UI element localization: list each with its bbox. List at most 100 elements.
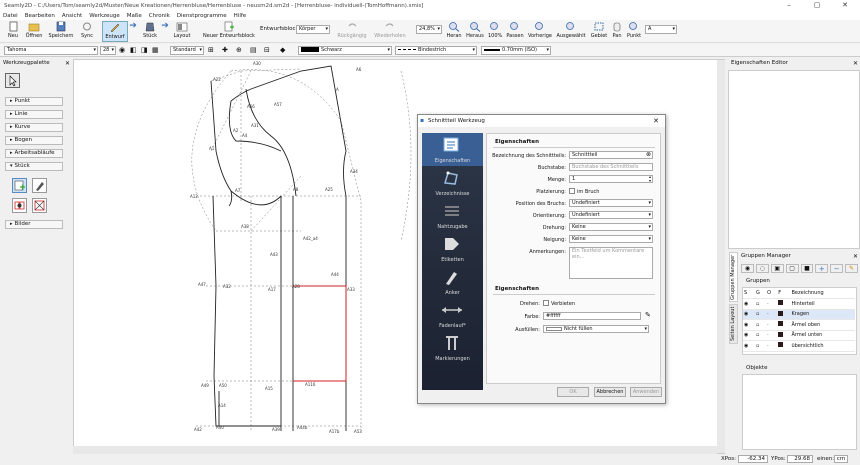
menu-masse[interactable]: Maße bbox=[127, 13, 142, 19]
orientierung-select[interactable]: Undefiniert bbox=[569, 211, 653, 219]
heraus-button[interactable]: Heraus bbox=[466, 21, 484, 42]
close-panel-icon[interactable]: ✕ bbox=[853, 59, 858, 68]
arbeitsablaeufe-tool-button[interactable]: ▸ Arbeitsabläufe bbox=[5, 149, 63, 158]
close-panel-icon[interactable]: ✕ bbox=[853, 252, 858, 261]
grid-icon[interactable]: ▤ bbox=[250, 46, 257, 54]
rueckgaengig-button[interactable]: Rückgängig bbox=[334, 21, 370, 42]
bruch-select[interactable]: Undefiniert bbox=[569, 199, 653, 207]
zoom-100-button[interactable]: 100% bbox=[488, 21, 502, 42]
menu-datei[interactable]: Datei bbox=[3, 13, 18, 19]
lock-icon[interactable]: ▫ bbox=[755, 298, 767, 310]
remove-group-icon[interactable]: − bbox=[830, 264, 844, 273]
lock-icon[interactable]: ▫ bbox=[755, 319, 767, 331]
punkt-select[interactable]: A bbox=[645, 25, 677, 34]
ausfuellen-select[interactable]: Nicht füllen bbox=[543, 325, 649, 333]
table-row[interactable]: ◉ ▫ · Ärmel oben bbox=[743, 319, 855, 331]
oeffnen-button[interactable]: Öffnen bbox=[24, 21, 44, 42]
verbieten-checkbox[interactable] bbox=[543, 300, 549, 306]
close-button[interactable]: ✕ bbox=[831, 0, 859, 11]
entwurf-button[interactable]: Entwurf bbox=[102, 21, 128, 42]
bilder-tool-button[interactable]: ▸ Bilder bbox=[5, 220, 63, 229]
unit-select[interactable]: cm bbox=[834, 455, 848, 463]
buchstabe-input[interactable]: Buchstabe des Schnittteils bbox=[569, 163, 653, 171]
farbe-input[interactable]: #ffffff bbox=[543, 312, 641, 320]
style-select[interactable]: Standard bbox=[170, 46, 204, 55]
lock-icon[interactable]: ▫ bbox=[755, 340, 767, 352]
eye-icon[interactable]: ◉ bbox=[119, 46, 125, 54]
tab-gruppen-manager[interactable]: Gruppen Manager bbox=[729, 252, 738, 302]
ok-button[interactable]: OK bbox=[557, 387, 589, 397]
style-icon[interactable]: ▦ bbox=[152, 46, 159, 54]
color-select[interactable]: Schwarz bbox=[298, 46, 392, 55]
nav-nahtzugabe[interactable]: Nahtzugabe bbox=[422, 199, 483, 232]
eye-icon[interactable]: ◉ bbox=[743, 309, 756, 320]
objects-list[interactable] bbox=[742, 374, 857, 450]
cross-icon[interactable]: ✚ bbox=[222, 46, 228, 54]
nav-eigenschaften[interactable]: Eigenschaften bbox=[422, 133, 483, 166]
ausgewaehlt-button[interactable]: Ausgewählt bbox=[556, 21, 586, 42]
vertical-scrollbar[interactable] bbox=[717, 60, 725, 453]
stueck-tool-button[interactable]: ▾ Stück bbox=[5, 162, 63, 171]
lock-icon[interactable]: ▣ bbox=[770, 264, 784, 273]
tab-seiten-layout[interactable]: Seiten Layout bbox=[729, 304, 738, 344]
eye-icon[interactable]: ◉ bbox=[743, 319, 756, 331]
add-group-icon[interactable]: + bbox=[815, 264, 829, 273]
table-row[interactable]: ◉ ▫ · übersichtlich bbox=[743, 340, 855, 352]
linie-tool-button[interactable]: ▸ Linie bbox=[5, 110, 63, 119]
italic-icon[interactable]: ◨ bbox=[141, 46, 148, 54]
hide-all-icon[interactable]: ◌ bbox=[755, 264, 769, 273]
anwenden-button[interactable]: Anwenden bbox=[630, 387, 662, 397]
neuer-entwurfsblock-button[interactable]: Neuer Entwurfsblock bbox=[200, 21, 258, 42]
wiederholen-button[interactable]: Wiederholen bbox=[372, 21, 408, 42]
spin-arrows-icon[interactable]: ▴ ▾ bbox=[649, 176, 651, 182]
property-list[interactable] bbox=[728, 70, 860, 249]
table-row[interactable]: ◉ ▫ · Hinterteil bbox=[743, 298, 855, 310]
eye-icon[interactable]: ◉ bbox=[743, 298, 756, 310]
font-select[interactable]: Tahoma bbox=[4, 46, 98, 55]
gebiet-button[interactable]: Gebiet bbox=[590, 21, 608, 42]
union-tool-button[interactable] bbox=[12, 198, 27, 213]
show-all-icon[interactable]: ◉ bbox=[741, 264, 754, 273]
nav-verzeichnisse[interactable]: Verzeichnisse bbox=[422, 166, 483, 199]
punkt-button[interactable]: Punkt bbox=[626, 21, 642, 42]
clear-icon[interactable]: ⊗ bbox=[646, 152, 651, 158]
eye-icon[interactable]: ◉ bbox=[743, 340, 756, 352]
table-row[interactable]: ◉ ▫ · Ärmel unten bbox=[743, 330, 855, 341]
move-icon[interactable]: ⊕ bbox=[236, 46, 242, 54]
menu-werkzeuge[interactable]: Werkzeuge bbox=[89, 13, 120, 19]
im-bruch-checkbox[interactable] bbox=[569, 188, 575, 194]
kurve-tool-button[interactable]: ▸ Kurve bbox=[5, 123, 63, 132]
menu-chronik[interactable]: Chronik bbox=[149, 13, 170, 19]
label-icon[interactable]: ◆ bbox=[280, 46, 285, 54]
pointer-tool-button[interactable] bbox=[5, 73, 20, 88]
punkt-tool-button[interactable]: ▸ Punkt bbox=[5, 97, 63, 106]
nav-etiketten[interactable]: Etiketten bbox=[422, 232, 483, 265]
drehung-select[interactable]: Keine bbox=[569, 223, 653, 231]
ruler-icon[interactable]: ⊟ bbox=[264, 46, 270, 54]
layout-button[interactable]: Layout bbox=[172, 21, 192, 42]
neigung-select[interactable]: Keine bbox=[569, 235, 653, 243]
horizontal-scrollbar[interactable] bbox=[73, 446, 717, 454]
lock-icon[interactable]: ▫ bbox=[755, 330, 767, 341]
nav-anker[interactable]: Anker bbox=[422, 265, 483, 298]
close-panel-icon[interactable]: ✕ bbox=[65, 59, 70, 68]
bold-icon[interactable]: ◧ bbox=[130, 46, 137, 54]
menu-ansicht[interactable]: Ansicht bbox=[62, 13, 82, 19]
snap-icon[interactable]: ⊞ bbox=[208, 46, 214, 54]
speichern-button[interactable]: Speichern bbox=[47, 21, 75, 42]
font-size-select[interactable]: 28 bbox=[100, 46, 116, 55]
zoom-select[interactable]: 24,8% bbox=[416, 25, 442, 34]
sync-button[interactable]: Sync bbox=[78, 21, 96, 42]
lineweight-select[interactable]: 0.70mm (ISO) bbox=[481, 46, 551, 55]
dialog-close-icon[interactable]: ✕ bbox=[653, 115, 659, 127]
heran-button[interactable]: Heran bbox=[446, 21, 462, 42]
minimize-button[interactable]: – bbox=[775, 0, 803, 11]
vorherige-button[interactable]: Vorherige bbox=[528, 21, 552, 42]
color-picker-icon[interactable]: ✎ bbox=[645, 311, 651, 319]
anmerkungen-textarea[interactable]: Ein Textfeld um Kommentare ein... bbox=[569, 247, 653, 279]
maximize-button[interactable]: ▢ bbox=[803, 0, 831, 11]
menu-bearbeiten[interactable]: Bearbeiten bbox=[25, 13, 55, 19]
linetype-select[interactable]: Bindestrich bbox=[395, 46, 477, 55]
bogen-tool-button[interactable]: ▸ Bogen bbox=[5, 136, 63, 145]
anchor-tool-button[interactable] bbox=[32, 178, 47, 193]
